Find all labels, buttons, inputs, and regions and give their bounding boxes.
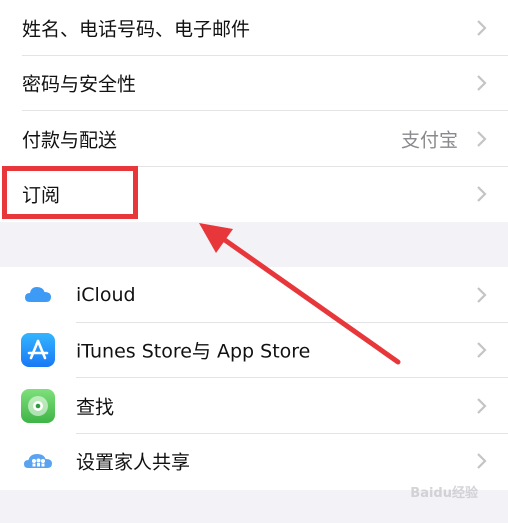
annotation-arrow-icon — [199, 223, 401, 365]
baidu-watermark: Baidu经验 — [410, 486, 478, 501]
